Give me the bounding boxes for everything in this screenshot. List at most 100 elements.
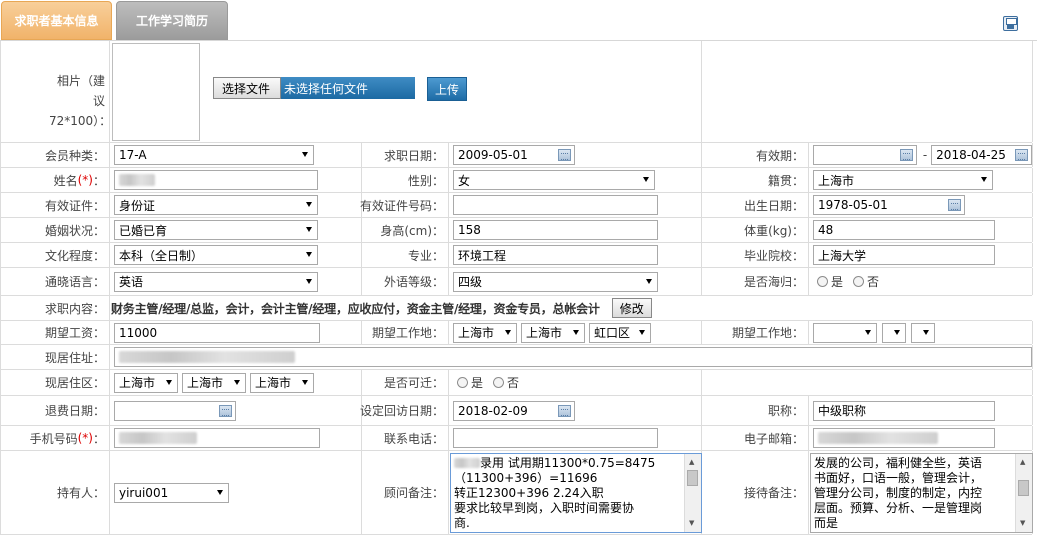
row-notes: 持有人： yirui001 顾问备注： 录用 试用期11300*0.75=847…	[0, 451, 1033, 535]
refund-date-input[interactable]	[114, 400, 236, 421]
work-place-2-city-select[interactable]	[882, 322, 906, 343]
calendar-icon[interactable]	[219, 404, 232, 417]
apply-date-label: 求职日期：	[362, 143, 449, 167]
reception-note-line: 而是	[814, 516, 839, 530]
residence-city-select[interactable]: 上海市	[182, 372, 246, 393]
name-input[interactable]	[114, 170, 318, 190]
mobile-input[interactable]	[114, 428, 320, 448]
redacted-text	[454, 458, 480, 468]
consultant-note-line: 商.	[454, 516, 470, 530]
height-label: 身高(cm)：	[362, 218, 449, 242]
overseas-yes-radio[interactable]	[817, 276, 828, 287]
work-place-label: 期望工作地：	[362, 321, 449, 344]
residence-district-select[interactable]: 上海市	[250, 372, 314, 393]
work-place-2-district-select[interactable]	[911, 322, 935, 343]
school-input[interactable]: 上海大学	[813, 245, 995, 265]
marital-select[interactable]: 已婚已育	[114, 220, 318, 240]
gender-select[interactable]: 女	[453, 170, 655, 190]
address-label: 现居住址：	[1, 345, 110, 369]
consultant-note-textarea[interactable]: 录用 试用期11300*0.75=8475 （11300+396）=11696 …	[450, 453, 702, 533]
native-place-select[interactable]: 上海市	[813, 170, 993, 190]
tab-work-study-history[interactable]: 工作学习简历	[116, 1, 228, 40]
reception-note-line: 发展的公司，福利健全些，英语	[814, 456, 983, 470]
owner-select[interactable]: yirui001	[114, 482, 229, 503]
calendar-icon[interactable]	[558, 149, 571, 161]
calendar-icon[interactable]	[1015, 149, 1028, 161]
calendar-icon[interactable]	[899, 149, 913, 161]
row-salary: 期望工资： 11000 期望工作地： 上海市 上海市 虹口区 期望工作地：	[0, 321, 1033, 345]
work-place-province-select[interactable]: 上海市	[453, 322, 517, 343]
height-input[interactable]: 158	[453, 220, 658, 240]
tab-basic-info[interactable]: 求职者基本信息	[1, 1, 112, 40]
scrollbar[interactable]	[684, 454, 701, 532]
reception-note-textarea[interactable]: 发展的公司，福利健全些，英语 书面好，口语一般，管理会计， 管理分公司，制度的制…	[810, 453, 1033, 533]
member-type-select[interactable]: 17-A	[114, 145, 314, 165]
id-type-select[interactable]: 身份证	[114, 195, 318, 215]
refund-date-label: 退费日期：	[1, 396, 110, 425]
row-member-type: 会员种类： 17-A 求职日期： 2009-05-01 有效期： - 2018-…	[0, 143, 1033, 168]
title-label: 职称：	[702, 396, 809, 425]
consultant-note-line: 转正12300+396 2.24入职	[454, 486, 604, 500]
valid-to-input[interactable]: 2018-04-25	[931, 145, 1032, 165]
apply-date-input[interactable]: 2009-05-01	[453, 145, 575, 165]
name-label: 姓名 (*)：	[1, 168, 110, 192]
photo-preview	[112, 43, 200, 141]
residence-label: 现居住区：	[1, 370, 110, 395]
upload-button[interactable]: 上传	[427, 77, 467, 101]
valid-period-separator: -	[922, 148, 928, 162]
redacted-text	[119, 174, 155, 186]
row-refund: 退费日期： 设定回访日期： 2018-02-09 职称： 中级职称	[0, 396, 1033, 426]
revisit-date-input[interactable]: 2018-02-09	[453, 400, 575, 421]
edit-job-content-button[interactable]: 修改	[611, 298, 652, 318]
school-label: 毕业院校：	[702, 243, 809, 267]
relocate-yes-label: 是	[471, 376, 484, 390]
row-language: 通晓语言： 英语 外语等级： 四级 是否海归： 是 否	[0, 268, 1033, 296]
salary-label: 期望工资：	[1, 321, 110, 344]
title-input[interactable]: 中级职称	[813, 400, 995, 421]
education-select[interactable]: 本科（全日制）	[114, 245, 318, 265]
redacted-text	[119, 432, 197, 444]
salary-input[interactable]: 11000	[114, 322, 320, 343]
valid-from-input[interactable]	[813, 145, 917, 165]
valid-period-label: 有效期：	[702, 143, 809, 167]
residence-province-select[interactable]: 上海市	[114, 372, 178, 393]
language-level-label: 外语等级：	[362, 268, 449, 295]
email-input[interactable]	[813, 428, 995, 448]
major-input[interactable]: 环境工程	[453, 245, 658, 265]
email-label: 电子邮箱：	[702, 426, 809, 450]
native-place-label: 籍贯：	[702, 168, 809, 192]
row-marital: 婚姻状况： 已婚已育 身高(cm)： 158 体重(kg)： 48	[0, 218, 1033, 243]
calendar-icon[interactable]	[558, 404, 571, 417]
overseas-no-radio[interactable]	[853, 276, 865, 287]
calendar-icon[interactable]	[948, 199, 961, 211]
consultant-note-line: 要求比较早到岗，入职时间需要协	[454, 501, 635, 515]
scrollbar[interactable]	[1015, 454, 1032, 532]
overseas-label: 是否海归：	[702, 268, 809, 295]
id-number-input[interactable]	[453, 195, 658, 215]
work-place-city-select[interactable]: 上海市	[521, 322, 585, 343]
language-select[interactable]: 英语	[114, 271, 318, 292]
save-icon[interactable]	[1003, 16, 1018, 31]
row-education: 文化程度： 本科（全日制） 专业： 环境工程 毕业院校： 上海大学	[0, 243, 1033, 268]
weight-input[interactable]: 48	[813, 220, 995, 240]
work-place-2-label: 期望工作地：	[702, 321, 809, 344]
work-place-2-province-select[interactable]	[813, 322, 877, 343]
consultant-note-line: （11300+396）=11696	[454, 471, 598, 485]
relocate-yes-radio[interactable]	[457, 377, 468, 388]
consultant-note-label: 顾问备注：	[362, 451, 449, 534]
reception-note-line: 层面。预算、分析、一是管理岗	[814, 501, 983, 515]
choose-file-button[interactable]: 选择文件	[213, 77, 281, 99]
address-input[interactable]	[114, 347, 1032, 367]
relocate-label: 是否可迁：	[362, 370, 449, 395]
photo-row: 相片（建议72*100）： 选择文件 未选择任何文件 上传	[0, 41, 1033, 143]
id-type-label: 有效证件：	[1, 193, 110, 217]
work-place-district-select[interactable]: 虹口区	[589, 322, 651, 343]
redacted-text	[119, 351, 295, 363]
birth-date-input[interactable]: 1978-05-01	[813, 195, 965, 215]
phone-input[interactable]	[453, 428, 658, 448]
photo-label: 相片（建议72*100）：	[49, 74, 112, 128]
marital-label: 婚姻状况：	[1, 218, 110, 242]
language-level-select[interactable]: 四级	[453, 271, 658, 292]
row-residence: 现居住区： 上海市 上海市 上海市 是否可迁： 是 否	[0, 370, 1033, 396]
relocate-no-radio[interactable]	[493, 377, 505, 388]
